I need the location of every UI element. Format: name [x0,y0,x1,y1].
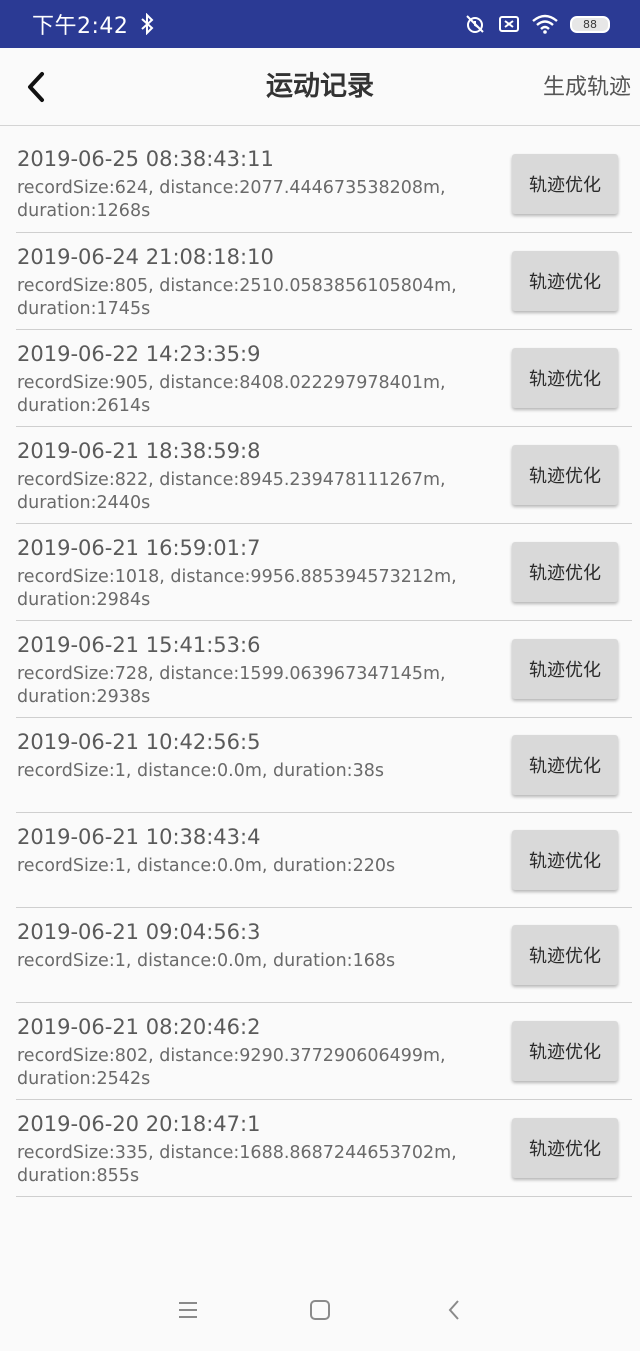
home-icon [309,1299,331,1321]
optimize-track-button[interactable]: 轨迹优化 [512,154,618,214]
record-row: 2019-06-25 08:38:43:11 recordSize:624, d… [16,127,632,233]
record-date: 2019-06-21 18:38:59:8 [17,439,261,463]
toolbar: 运动记录 生成轨迹 [0,48,640,126]
optimize-track-button[interactable]: 轨迹优化 [512,542,618,602]
optimize-track-button[interactable]: 轨迹优化 [512,639,618,699]
record-info: recordSize:805, distance:2510.0583856105… [17,276,457,319]
record-date: 2019-06-21 10:38:43:4 [17,825,261,849]
record-info: recordSize:1, distance:0.0m, duration:38… [17,761,384,781]
record-info: recordSize:624, distance:2077.4446735382… [17,178,446,221]
record-info: recordSize:822, distance:8945.2394781112… [17,470,446,513]
record-row: 2019-06-20 20:18:47:1 recordSize:335, di… [16,1100,632,1197]
record-row: 2019-06-21 16:59:01:7 recordSize:1018, d… [16,524,632,621]
optimize-track-button[interactable]: 轨迹优化 [512,445,618,505]
record-row: 2019-06-21 18:38:59:8 recordSize:822, di… [16,427,632,524]
optimize-track-button[interactable]: 轨迹优化 [512,1021,618,1081]
optimize-track-button[interactable]: 轨迹优化 [512,1118,618,1178]
record-row: 2019-06-21 10:42:56:5 recordSize:1, dist… [16,718,632,813]
record-date: 2019-06-21 15:41:53:6 [17,633,261,657]
record-row: 2019-06-21 08:20:46:2 recordSize:802, di… [16,1003,632,1100]
record-date: 2019-06-21 09:04:56:3 [17,920,261,944]
record-info: recordSize:1, distance:0.0m, duration:22… [17,856,396,876]
nav-back-button[interactable] [434,1290,474,1330]
no-sim-icon [498,14,520,34]
optimize-track-button[interactable]: 轨迹优化 [512,925,618,985]
record-row: 2019-06-21 15:41:53:6 recordSize:728, di… [16,621,632,718]
record-info: recordSize:1018, distance:9956.885394573… [17,567,457,610]
status-right: 88 [464,13,610,35]
record-date: 2019-06-24 21:08:18:10 [17,245,274,269]
optimize-track-button[interactable]: 轨迹优化 [512,735,618,795]
record-list: 2019-06-25 08:38:43:11 recordSize:624, d… [0,127,640,1197]
menu-icon [178,1301,198,1319]
record-row: 2019-06-21 09:04:56:3 recordSize:1, dist… [16,908,632,1003]
home-button[interactable] [300,1290,340,1330]
record-row: 2019-06-22 14:23:35:9 recordSize:905, di… [16,330,632,427]
record-info: recordSize:802, distance:9290.3772906064… [17,1046,446,1089]
optimize-track-button[interactable]: 轨迹优化 [512,251,618,311]
navigation-bar [0,1270,640,1351]
record-info: recordSize:728, distance:1599.0639673471… [17,664,446,707]
record-date: 2019-06-25 08:38:43:11 [17,147,274,171]
menu-button[interactable] [168,1290,208,1330]
status-time: 下午2:42 [32,14,129,39]
record-date: 2019-06-21 10:42:56:5 [17,730,261,754]
record-info: recordSize:335, distance:1688.8687244653… [17,1143,457,1186]
alarm-off-icon [464,13,486,35]
battery-indicator: 88 [570,15,610,33]
record-info: recordSize:905, distance:8408.0222979784… [17,373,446,416]
record-date: 2019-06-22 14:23:35:9 [17,342,261,366]
status-left: 下午2:42 [32,8,154,40]
optimize-track-button[interactable]: 轨迹优化 [512,830,618,890]
bluetooth-icon [140,13,154,35]
optimize-track-button[interactable]: 轨迹优化 [512,348,618,408]
nav-back-icon [447,1299,461,1321]
wifi-icon [532,14,558,34]
record-date: 2019-06-21 08:20:46:2 [17,1015,261,1039]
record-date: 2019-06-20 20:18:47:1 [17,1112,261,1136]
record-row: 2019-06-21 10:38:43:4 recordSize:1, dist… [16,813,632,908]
record-info: recordSize:1, distance:0.0m, duration:16… [17,951,396,971]
generate-track-button[interactable]: 生成轨迹 [543,48,631,126]
record-date: 2019-06-21 16:59:01:7 [17,536,261,560]
status-bar: 下午2:42 88 [0,0,640,48]
record-row: 2019-06-24 21:08:18:10 recordSize:805, d… [16,233,632,330]
